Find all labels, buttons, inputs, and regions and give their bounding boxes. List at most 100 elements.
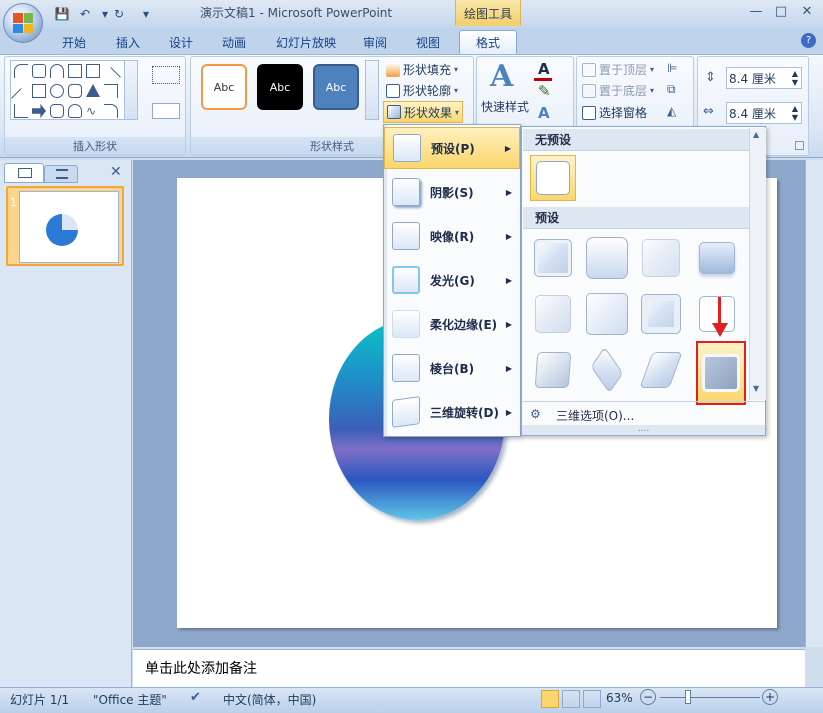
shape-triangle-icon[interactable]	[86, 84, 100, 97]
quick-styles-label[interactable]: 快速样式	[481, 98, 529, 115]
menu-item-preset[interactable]: 预设(P) ▶	[384, 127, 520, 169]
preset-submenu-scrollbar[interactable]: ▲ ▼	[749, 128, 766, 400]
shape-callout-icon[interactable]	[68, 104, 82, 118]
edit-shape-icon[interactable]	[152, 66, 180, 84]
submenu-arrow-icon: ▶	[505, 407, 512, 417]
menu-item-bevel[interactable]: 棱台(B) ▶	[384, 347, 520, 389]
bring-front-button[interactable]: 置于顶层 ▾	[582, 61, 654, 78]
preset-4[interactable]	[694, 235, 740, 281]
normal-view-icon[interactable]	[541, 690, 559, 708]
tab-view[interactable]: 视图	[410, 30, 446, 54]
preset-3[interactable]	[638, 235, 684, 281]
style-swatch-blue[interactable]: Abc	[313, 64, 359, 110]
send-back-button[interactable]: 置于底层 ▾	[582, 82, 654, 99]
shape-arrow-icon[interactable]	[32, 64, 46, 78]
shapes-gallery-scroll[interactable]	[124, 61, 137, 119]
shape-arc-line-icon[interactable]	[104, 104, 118, 118]
undo-icon[interactable]: ↶	[76, 4, 94, 24]
shape-outline-button[interactable]: 形状轮廓 ▾	[386, 82, 458, 99]
text-fill-icon[interactable]: A	[538, 60, 550, 78]
shape-connector-icon[interactable]	[14, 104, 28, 118]
textbox-insert-icon[interactable]	[152, 103, 180, 119]
shape-rounded-rect-icon[interactable]	[68, 84, 82, 98]
preset-1[interactable]	[530, 235, 576, 281]
shape-right-arrow-icon[interactable]	[32, 104, 46, 118]
preset-5[interactable]	[530, 291, 576, 337]
style-swatch-black[interactable]: Abc	[257, 64, 303, 110]
zoom-in-button[interactable]: +	[762, 689, 778, 705]
shape-curve-icon[interactable]	[14, 64, 28, 78]
shape-frame-icon[interactable]	[68, 64, 82, 78]
status-slide-count: 幻灯片 1/1	[10, 693, 70, 707]
menu-item-soft-edges[interactable]: 柔化边缘(E) ▶	[384, 303, 520, 345]
tab-animation[interactable]: 动画	[216, 30, 252, 54]
height-field[interactable]: 8.4 厘米 ▲ ▼	[726, 67, 802, 89]
slide-sorter-icon[interactable]	[562, 690, 580, 708]
zoom-out-button[interactable]: −	[640, 689, 656, 705]
shape-elbow-icon[interactable]	[104, 84, 118, 98]
preset-none[interactable]	[530, 155, 576, 201]
preset-6[interactable]	[584, 291, 630, 337]
quick-styles-icon[interactable]: A	[490, 60, 520, 94]
help-icon[interactable]: ?	[801, 33, 816, 48]
submenu-arrow-icon: ▶	[505, 275, 512, 285]
customize-toolbar-icon[interactable]: ▾	[137, 4, 155, 24]
menu-item-glow[interactable]: 发光(G) ▶	[384, 259, 520, 301]
close-button[interactable]: ✕	[796, 2, 818, 20]
notes-placeholder[interactable]: 单击此处添加备注	[133, 649, 805, 687]
scroll-up-icon[interactable]: ▲	[753, 130, 759, 139]
preset-7[interactable]	[638, 291, 684, 337]
close-pane-icon[interactable]: ✕	[110, 164, 122, 180]
preset-12-selected[interactable]	[696, 341, 746, 405]
preset-9[interactable]	[530, 347, 576, 393]
tab-insert[interactable]: 插入	[110, 30, 146, 54]
shape-arc-icon[interactable]	[50, 64, 64, 78]
style-swatch-orange[interactable]: Abc	[201, 64, 247, 110]
shape-flowchart-icon[interactable]	[50, 104, 64, 118]
outline-tab[interactable]	[44, 165, 78, 183]
shape-textbox-icon[interactable]	[86, 64, 100, 78]
scroll-down-icon[interactable]: ▼	[753, 384, 759, 393]
shape-effects-button[interactable]: 形状效果 ▾	[383, 101, 464, 123]
slide-thumbnail-content[interactable]	[19, 191, 119, 263]
redo-icon[interactable]: ↻	[110, 4, 128, 24]
3d-options-menu-item[interactable]: 三维选项(O)...	[556, 407, 634, 424]
styles-gallery-scroll[interactable]	[365, 60, 379, 120]
preset-2[interactable]	[584, 235, 630, 281]
menu-item-shadow[interactable]: 阴影(S) ▶	[384, 171, 520, 213]
tab-design[interactable]: 设计	[163, 30, 199, 54]
text-effects-icon[interactable]: A	[538, 104, 550, 122]
menu-item-3d-rotation[interactable]: 三维旋转(D) ▶	[384, 391, 520, 433]
text-outline-icon[interactable]: ✎	[538, 82, 551, 100]
office-button[interactable]	[3, 3, 43, 43]
group-icon[interactable]: ⧉	[667, 82, 676, 97]
selection-pane-button[interactable]: 选择窗格	[582, 104, 647, 121]
shapes-gallery[interactable]: ∿	[10, 60, 138, 120]
width-field[interactable]: 8.4 厘米 ▲ ▼	[726, 102, 802, 124]
tab-slideshow[interactable]: 幻灯片放映	[270, 30, 342, 54]
shape-oval-icon[interactable]	[50, 84, 64, 98]
rotate-icon[interactable]: ◭	[667, 104, 676, 118]
align-icon[interactable]: ⊫	[667, 61, 677, 75]
size-dialog-launcher-icon[interactable]	[795, 141, 804, 150]
preset-10[interactable]	[584, 346, 630, 394]
tab-review[interactable]: 审阅	[357, 30, 393, 54]
spellcheck-icon[interactable]: ✔	[190, 690, 201, 705]
shape-rectangle-icon[interactable]	[32, 84, 46, 98]
preset-11[interactable]	[638, 347, 684, 393]
slides-tab[interactable]	[4, 163, 44, 183]
minimize-button[interactable]: —	[745, 2, 767, 20]
menu-item-reflection[interactable]: 映像(R) ▶	[384, 215, 520, 257]
zoom-level[interactable]: 63%	[606, 691, 633, 705]
save-icon[interactable]: 💾	[53, 4, 71, 24]
shape-scribble-icon[interactable]: ∿	[86, 104, 100, 118]
vertical-scrollbar[interactable]	[805, 160, 823, 647]
tab-home[interactable]: 开始	[56, 30, 92, 54]
zoom-slider-thumb[interactable]	[685, 690, 691, 704]
slideshow-view-icon[interactable]	[583, 690, 601, 708]
resize-grip[interactable]: ....	[522, 425, 765, 435]
zoom-slider-track[interactable]	[660, 697, 760, 698]
tab-format[interactable]: 格式	[459, 30, 517, 54]
maximize-button[interactable]: □	[770, 2, 792, 20]
shape-fill-button[interactable]: 形状填充 ▾	[386, 61, 458, 78]
